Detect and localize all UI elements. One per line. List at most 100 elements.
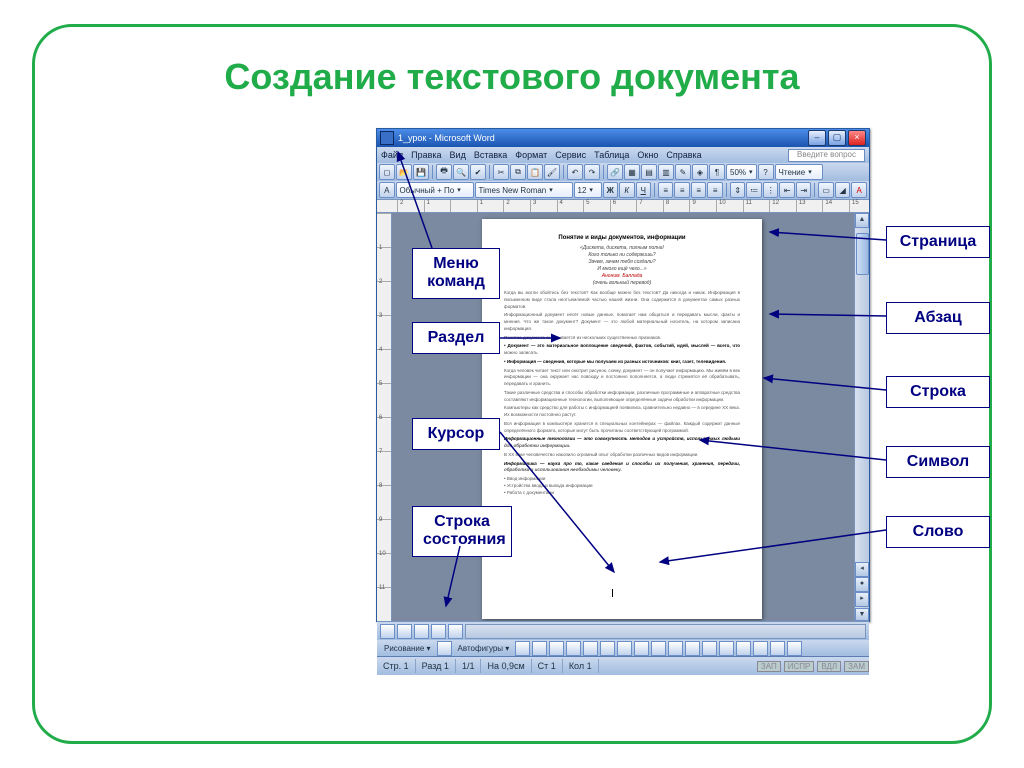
- menu-edit[interactable]: Правка: [411, 150, 441, 160]
- wordart-icon[interactable]: [600, 641, 615, 656]
- copy-icon[interactable]: ⧉: [510, 164, 526, 180]
- columns-icon[interactable]: ▥: [658, 164, 674, 180]
- scroll-down-icon[interactable]: ▼: [855, 608, 869, 621]
- font-color-icon[interactable]: [702, 641, 717, 656]
- help-icon[interactable]: ?: [758, 164, 774, 180]
- table-icon[interactable]: ▦: [624, 164, 640, 180]
- highlight-icon[interactable]: ◢: [835, 182, 851, 198]
- textbox-icon[interactable]: [583, 641, 598, 656]
- doc-paragraph: Вся информация в компьютере хранится в с…: [504, 421, 740, 435]
- paste-icon[interactable]: 📋: [527, 164, 543, 180]
- drawing-menu[interactable]: Рисование ▾: [380, 644, 435, 653]
- font-color-icon[interactable]: A: [851, 182, 867, 198]
- next-page-icon[interactable]: ▸: [855, 592, 869, 607]
- vertical-ruler[interactable]: 1234567891011: [377, 213, 392, 621]
- doc-paragraph: Такие различные средства и способы обраб…: [504, 390, 740, 404]
- bold-button[interactable]: Ж: [603, 182, 619, 198]
- excel-icon[interactable]: ▤: [641, 164, 657, 180]
- redo-icon[interactable]: ↷: [584, 164, 600, 180]
- bullet-list-icon[interactable]: ⋮: [763, 182, 779, 198]
- save-icon[interactable]: 💾: [413, 164, 429, 180]
- align-center-icon[interactable]: ≡: [674, 182, 690, 198]
- font-size-dropdown[interactable]: 12: [574, 182, 602, 198]
- menu-view[interactable]: Вид: [450, 150, 466, 160]
- align-justify-icon[interactable]: ≡: [707, 182, 723, 198]
- drawing-icon[interactable]: ✎: [675, 164, 691, 180]
- menu-file[interactable]: Файл: [381, 150, 403, 160]
- ask-question-box[interactable]: Введите вопрос: [788, 149, 865, 162]
- normal-view-icon[interactable]: [380, 624, 395, 639]
- horizontal-scrollbar[interactable]: [465, 624, 866, 639]
- open-icon[interactable]: 📂: [396, 164, 412, 180]
- picture-icon[interactable]: [651, 641, 666, 656]
- map-icon[interactable]: ◈: [692, 164, 708, 180]
- threed-icon[interactable]: [787, 641, 802, 656]
- font-dropdown[interactable]: Times New Roman: [475, 182, 573, 198]
- separator: [489, 165, 490, 179]
- cut-icon[interactable]: ✂: [493, 164, 509, 180]
- line-style-icon[interactable]: [719, 641, 734, 656]
- menu-insert[interactable]: Вставка: [474, 150, 507, 160]
- callout-word: Слово: [886, 516, 990, 548]
- style-dropdown[interactable]: Обычный + По: [396, 182, 474, 198]
- menu-table[interactable]: Таблица: [594, 150, 629, 160]
- line-spacing-icon[interactable]: ⇕: [730, 182, 746, 198]
- paragraph-icon[interactable]: ¶: [709, 164, 725, 180]
- outline-view-icon[interactable]: [431, 624, 446, 639]
- web-view-icon[interactable]: [397, 624, 412, 639]
- maximize-button[interactable]: ▢: [828, 130, 846, 146]
- underline-button[interactable]: Ч: [636, 182, 652, 198]
- callout-statusbar: Строкасостояния: [412, 506, 512, 557]
- zoom-dropdown[interactable]: 50%: [726, 164, 757, 180]
- line-color-icon[interactable]: [685, 641, 700, 656]
- indent-icon[interactable]: ⇥: [796, 182, 812, 198]
- close-button[interactable]: ×: [848, 130, 866, 146]
- prev-page-icon[interactable]: ◂: [855, 562, 869, 577]
- align-right-icon[interactable]: ≡: [691, 182, 707, 198]
- minimize-button[interactable]: –: [808, 130, 826, 146]
- callout-cursor: Курсор: [412, 418, 500, 450]
- separator: [563, 165, 564, 179]
- menu-window[interactable]: Окно: [637, 150, 658, 160]
- print-view-icon[interactable]: [414, 624, 429, 639]
- format-painter-icon[interactable]: 🖌: [544, 164, 560, 180]
- oval-icon[interactable]: [566, 641, 581, 656]
- spellcheck-icon[interactable]: ✔: [470, 164, 486, 180]
- preview-icon[interactable]: 🔍: [453, 164, 469, 180]
- fill-color-icon[interactable]: [668, 641, 683, 656]
- vertical-scrollbar[interactable]: ▲ ◂ ● ▸ ▼: [854, 213, 869, 621]
- autoshapes-menu[interactable]: Автофигуры ▾: [454, 644, 514, 653]
- menu-service[interactable]: Сервис: [555, 150, 586, 160]
- numbered-list-icon[interactable]: ≔: [746, 182, 762, 198]
- clipart-icon[interactable]: [634, 641, 649, 656]
- status-line: Ст 1: [532, 659, 563, 673]
- rectangle-icon[interactable]: [549, 641, 564, 656]
- menu-format[interactable]: Формат: [515, 150, 547, 160]
- border-icon[interactable]: ▭: [818, 182, 834, 198]
- print-icon[interactable]: 🖶: [436, 164, 452, 180]
- dash-style-icon[interactable]: [736, 641, 751, 656]
- shadow-icon[interactable]: [770, 641, 785, 656]
- scroll-thumb[interactable]: [856, 233, 869, 275]
- line-icon[interactable]: [515, 641, 530, 656]
- styles-pane-icon[interactable]: A: [379, 182, 395, 198]
- arrow-icon[interactable]: [532, 641, 547, 656]
- doc-paragraph: Информационные технологии — это совокупн…: [504, 436, 740, 450]
- italic-button[interactable]: К: [619, 182, 635, 198]
- diagram-icon[interactable]: [617, 641, 632, 656]
- doc-paragraph: Понятие документа складывается из нескол…: [504, 335, 740, 342]
- menu-help[interactable]: Справка: [666, 150, 701, 160]
- outdent-icon[interactable]: ⇤: [779, 182, 795, 198]
- arrow-style-icon[interactable]: [753, 641, 768, 656]
- horizontal-ruler[interactable]: 21123456789101112131415: [377, 199, 869, 213]
- scroll-up-icon[interactable]: ▲: [855, 213, 869, 228]
- separator: [814, 183, 815, 197]
- align-left-icon[interactable]: ≡: [658, 182, 674, 198]
- browse-object-icon[interactable]: ●: [855, 577, 869, 592]
- new-doc-icon[interactable]: ◻: [379, 164, 395, 180]
- select-objects-icon[interactable]: [437, 641, 452, 656]
- reading-mode-button[interactable]: Чтение: [775, 164, 823, 180]
- hyperlink-icon[interactable]: 🔗: [607, 164, 623, 180]
- undo-icon[interactable]: ↶: [567, 164, 583, 180]
- reading-view-icon[interactable]: [448, 624, 463, 639]
